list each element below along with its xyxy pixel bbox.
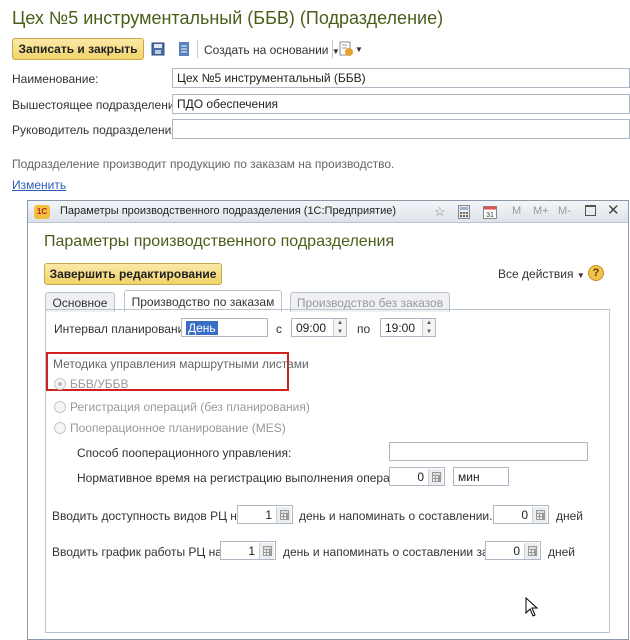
post-document-icon[interactable] (176, 41, 192, 57)
all-actions-label: Все действия (498, 267, 574, 281)
from-label: с (276, 322, 282, 336)
norm-time-label: Нормативное время на регистрацию выполне… (77, 471, 414, 485)
all-actions-menu[interactable]: Все действия ▼ (498, 267, 585, 281)
close-icon[interactable]: ✕ (607, 201, 620, 219)
from-time-value: 09:00 (296, 321, 327, 335)
calculator-icon[interactable] (524, 543, 539, 559)
head-label: Руководитель подразделения: (12, 123, 182, 137)
calculator-icon[interactable] (259, 543, 274, 559)
change-link[interactable]: Изменить (12, 178, 66, 192)
schedule-mid-label: день и напоминать о составлении за (283, 545, 489, 559)
create-based-on-menu[interactable]: Создать на основании ▼ (204, 43, 340, 57)
radio-button (54, 401, 66, 413)
info-text: Подразделение производит продукцию по за… (12, 157, 395, 171)
norm-time-field[interactable]: 0 (389, 467, 445, 486)
schedule-remind-field[interactable]: 0 (485, 541, 541, 560)
window-title: Цех №5 инструментальный (ББВ) (Подраздел… (12, 8, 444, 28)
to-label: по (357, 322, 371, 336)
to-time-spinner[interactable]: ▲ ▼ (422, 319, 435, 336)
memory-minus-icon[interactable]: M- (558, 205, 571, 217)
chevron-down-icon: ▼ (355, 44, 363, 54)
norm-time-value: 0 (417, 470, 424, 484)
calculator-icon[interactable] (532, 507, 547, 523)
radio-register-ops-label: Регистрация операций (без планирования) (70, 400, 310, 414)
calendar-icon[interactable]: 31 (483, 205, 497, 222)
norm-time-unit-field[interactable]: мин (453, 467, 509, 486)
schedule-label: Вводить график работы РЦ на (52, 545, 222, 559)
memory-plus-icon[interactable]: M+ (533, 205, 549, 217)
finish-editing-button[interactable]: Завершить редактирование (44, 263, 222, 285)
mouse-cursor-icon (525, 596, 539, 620)
production-params-dialog: 1С Параметры производственного подраздел… (27, 200, 629, 640)
avail-remind-field[interactable]: 0 (493, 505, 549, 524)
save-icon[interactable] (150, 41, 166, 57)
avail-remind-value: 0 (521, 508, 528, 522)
from-time-spinner[interactable]: ▲ ▼ (333, 319, 346, 336)
from-time-field[interactable]: 09:00 ▲ ▼ (291, 318, 347, 337)
to-time-field[interactable]: 19:00 ▲ ▼ (380, 318, 436, 337)
report-icon (339, 41, 353, 56)
memory-m-icon[interactable]: M (512, 205, 521, 217)
app-logo-icon: 1С (34, 205, 50, 219)
help-icon[interactable]: ? (588, 265, 604, 281)
avail-days-value: 1 (265, 508, 272, 522)
parent-label: Вышестоящее подразделение: (12, 98, 185, 112)
dialog-titlebar: 1С Параметры производственного подраздел… (28, 201, 628, 223)
calculator-icon[interactable] (276, 507, 291, 523)
avail-label: Вводить доступность видов РЦ на (52, 509, 244, 523)
avail-days-field[interactable]: 1 (237, 505, 293, 524)
avail-unit-label: дней (556, 509, 584, 523)
head-field[interactable] (172, 119, 630, 139)
op-mgmt-label: Способ пооперационного управления: (77, 446, 292, 460)
dialog-header: Параметры производственного подразделени… (44, 233, 395, 250)
interval-value: День (186, 321, 218, 335)
radio-register-ops[interactable]: Регистрация операций (без планирования) (54, 400, 310, 414)
name-field[interactable]: Цех №5 инструментальный (ББВ) (172, 68, 630, 88)
dialog-window-title: Параметры производственного подразделени… (60, 205, 397, 217)
radio-bbv-label: ББВ/УББВ (70, 377, 129, 391)
svg-text:31: 31 (486, 212, 494, 219)
calculator-icon[interactable] (428, 469, 443, 485)
radio-bbv[interactable]: ББВ/УББВ (54, 377, 128, 391)
report-menu[interactable]: ▼ (338, 41, 363, 57)
avail-mid-label: день и напоминать о составлении... (299, 509, 500, 523)
calculator-icon[interactable] (458, 205, 470, 222)
chevron-down-icon: ▼ (576, 271, 585, 280)
op-mgmt-field[interactable] (389, 442, 588, 461)
save-and-close-button[interactable]: Записать и закрыть (12, 38, 144, 60)
schedule-remind-value: 0 (513, 544, 520, 558)
favorite-star-icon[interactable]: ☆ (434, 204, 446, 220)
maximize-icon[interactable] (585, 205, 596, 216)
schedule-unit-label: дней (548, 545, 576, 559)
radio-button (54, 422, 66, 434)
radio-button (54, 378, 66, 390)
name-label: Наименование: (12, 72, 99, 86)
parent-field[interactable]: ПДО обеспечения (172, 94, 630, 114)
interval-field[interactable]: День (181, 318, 268, 337)
schedule-days-field[interactable]: 1 (220, 541, 276, 560)
create-based-label: Создать на основании (204, 43, 329, 57)
radio-mes[interactable]: Пооперационное планирование (MES) (54, 421, 286, 435)
route-method-label: Методика управления маршрутными листами (53, 357, 309, 371)
to-time-value: 19:00 (385, 321, 416, 335)
radio-mes-label: Пооперационное планирование (MES) (70, 421, 286, 435)
interval-label: Интервал планирования: (54, 322, 195, 336)
schedule-days-value: 1 (248, 544, 255, 558)
